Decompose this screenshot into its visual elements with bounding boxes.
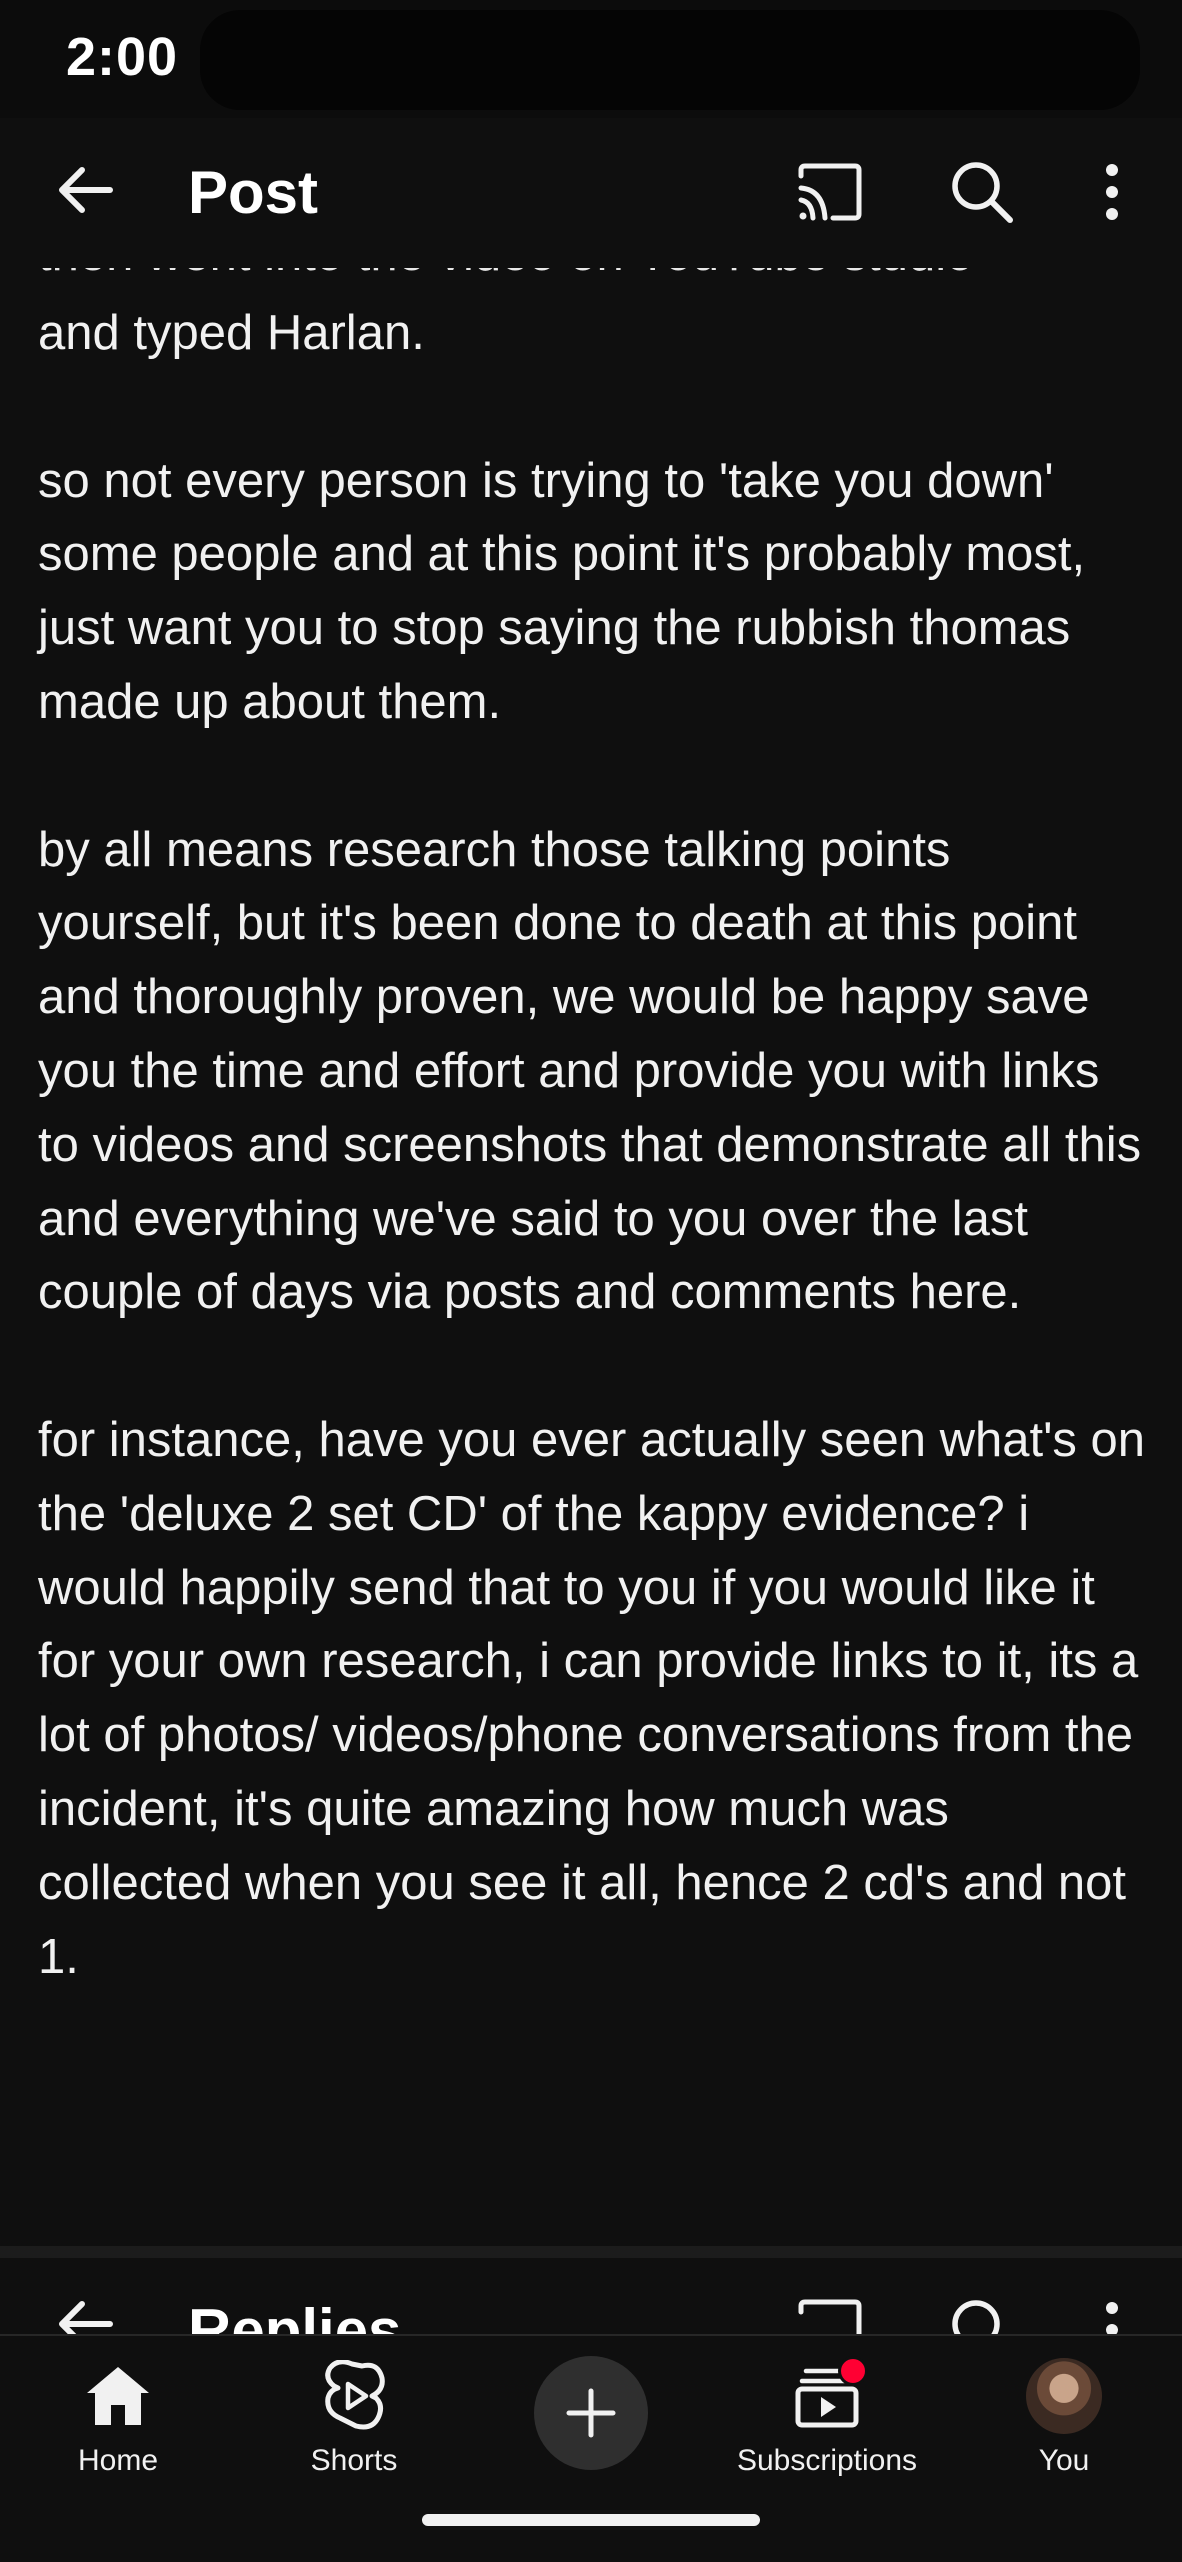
shorts-icon <box>314 2356 394 2436</box>
more-vertical-icon[interactable] <box>1102 2298 1122 2334</box>
bottom-navigation: Home Shorts Subscriptions You <box>0 2334 1182 2562</box>
post-body[interactable]: then went into the video on YouTube stud… <box>0 268 1182 2246</box>
post-paragraph: so not every person is trying to 'take y… <box>38 453 1086 729</box>
nav-subscriptions[interactable]: Subscriptions <box>727 2356 927 2496</box>
post-paragraph: and typed Harlan. <box>38 306 425 360</box>
nav-shorts[interactable]: Shorts <box>254 2356 454 2496</box>
nav-subscriptions-label: Subscriptions <box>736 2444 918 2477</box>
nav-you-label: You <box>1038 2444 1090 2477</box>
nav-home[interactable]: Home <box>18 2356 218 2496</box>
back-arrow-icon[interactable] <box>54 2292 118 2334</box>
post-paragraph: by all means research those talking poin… <box>38 822 1142 1320</box>
app-header: Post <box>0 118 1182 268</box>
panel-divider <box>0 2246 1182 2258</box>
cast-icon[interactable] <box>795 2298 865 2334</box>
status-time: 2:00 <box>66 27 179 87</box>
search-icon[interactable] <box>948 2296 1016 2334</box>
nav-home-label: Home <box>77 2444 159 2477</box>
page-title: Post <box>188 159 319 226</box>
post-paragraph: for instance, have you ever actually see… <box>38 1412 1146 1984</box>
notification-dot <box>838 2356 868 2386</box>
more-vertical-icon[interactable] <box>1090 150 1134 234</box>
post-cutoff-line: then went into the video on YouTube stud… <box>38 268 973 282</box>
post-text: and typed Harlan. so not every person is… <box>38 297 1148 1994</box>
avatar <box>1026 2358 1102 2434</box>
home-icon <box>78 2356 158 2436</box>
home-indicator[interactable] <box>422 2514 760 2526</box>
nav-shorts-label: Shorts <box>310 2444 398 2477</box>
back-arrow-icon[interactable] <box>46 150 126 230</box>
replies-panel[interactable]: Replies <box>0 2258 1182 2334</box>
replies-title: Replies <box>188 2297 402 2334</box>
status-bar: 2:00 <box>0 0 1182 118</box>
cast-icon[interactable] <box>786 152 874 232</box>
nav-you[interactable]: You <box>964 2356 1164 2496</box>
search-icon[interactable] <box>940 150 1024 234</box>
plus-icon <box>566 2388 616 2438</box>
create-button[interactable] <box>534 2356 648 2470</box>
redacted-status-area <box>200 10 1140 110</box>
